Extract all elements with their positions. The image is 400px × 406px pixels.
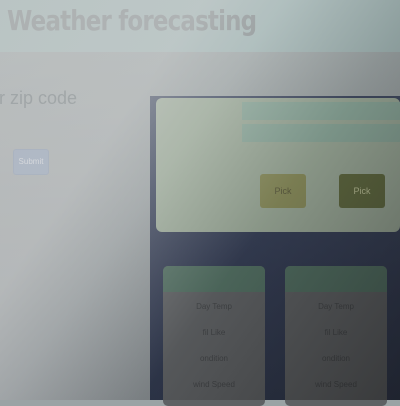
wind-speed-label: wind Speed — [315, 380, 357, 389]
forecast-card: Day Temp fil Like ondition wind Speed — [285, 266, 387, 406]
panel-button-1[interactable]: Pick — [260, 174, 306, 208]
wind-speed-label: wind Speed — [193, 380, 235, 389]
card-header — [163, 266, 265, 292]
feels-like-label: fil Like — [324, 328, 348, 337]
forecast-card: Day Temp fil Like ondition wind Speed — [163, 266, 265, 406]
day-temp-label: Day Temp — [318, 302, 354, 311]
location-panel: Pick Pick — [156, 98, 400, 232]
day-temp-label: Day Temp — [196, 302, 232, 311]
feels-like-label: fil Like — [202, 328, 226, 337]
app-title: Weather forecasting — [7, 4, 257, 37]
condition-label: ondition — [199, 354, 229, 363]
submit-button[interactable]: Submit — [13, 149, 49, 175]
zip-code-label: ur zip code — [0, 88, 78, 108]
panel-button-2[interactable]: Pick — [339, 174, 385, 208]
panel-field-1[interactable] — [242, 102, 400, 120]
condition-label: ondition — [321, 354, 351, 363]
app-header: Weather forecasting — [0, 0, 400, 52]
panel-field-2[interactable] — [242, 124, 400, 142]
card-header — [285, 266, 387, 292]
